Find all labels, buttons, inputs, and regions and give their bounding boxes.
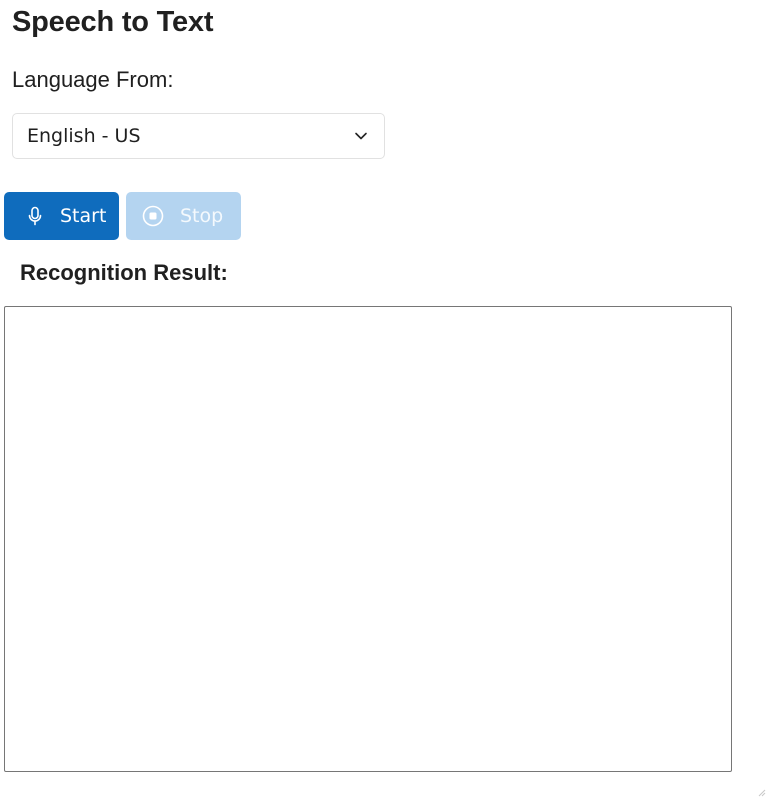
language-select-value: English - US	[27, 125, 141, 147]
resize-grip-icon[interactable]	[756, 787, 766, 797]
start-button-label: Start	[60, 205, 107, 227]
stop-button-label: Stop	[180, 205, 224, 227]
stop-button[interactable]: Stop	[126, 192, 241, 240]
microphone-icon	[24, 205, 46, 227]
chevron-down-icon	[355, 132, 367, 140]
recognition-result-textarea[interactable]	[4, 306, 732, 772]
start-button[interactable]: Start	[4, 192, 119, 240]
language-from-label: Language From:	[12, 67, 174, 92]
record-stop-icon	[142, 205, 164, 227]
page-title: Speech to Text	[12, 6, 214, 38]
language-select[interactable]: English - US	[12, 113, 385, 159]
recognition-result-heading: Recognition Result:	[20, 260, 228, 285]
